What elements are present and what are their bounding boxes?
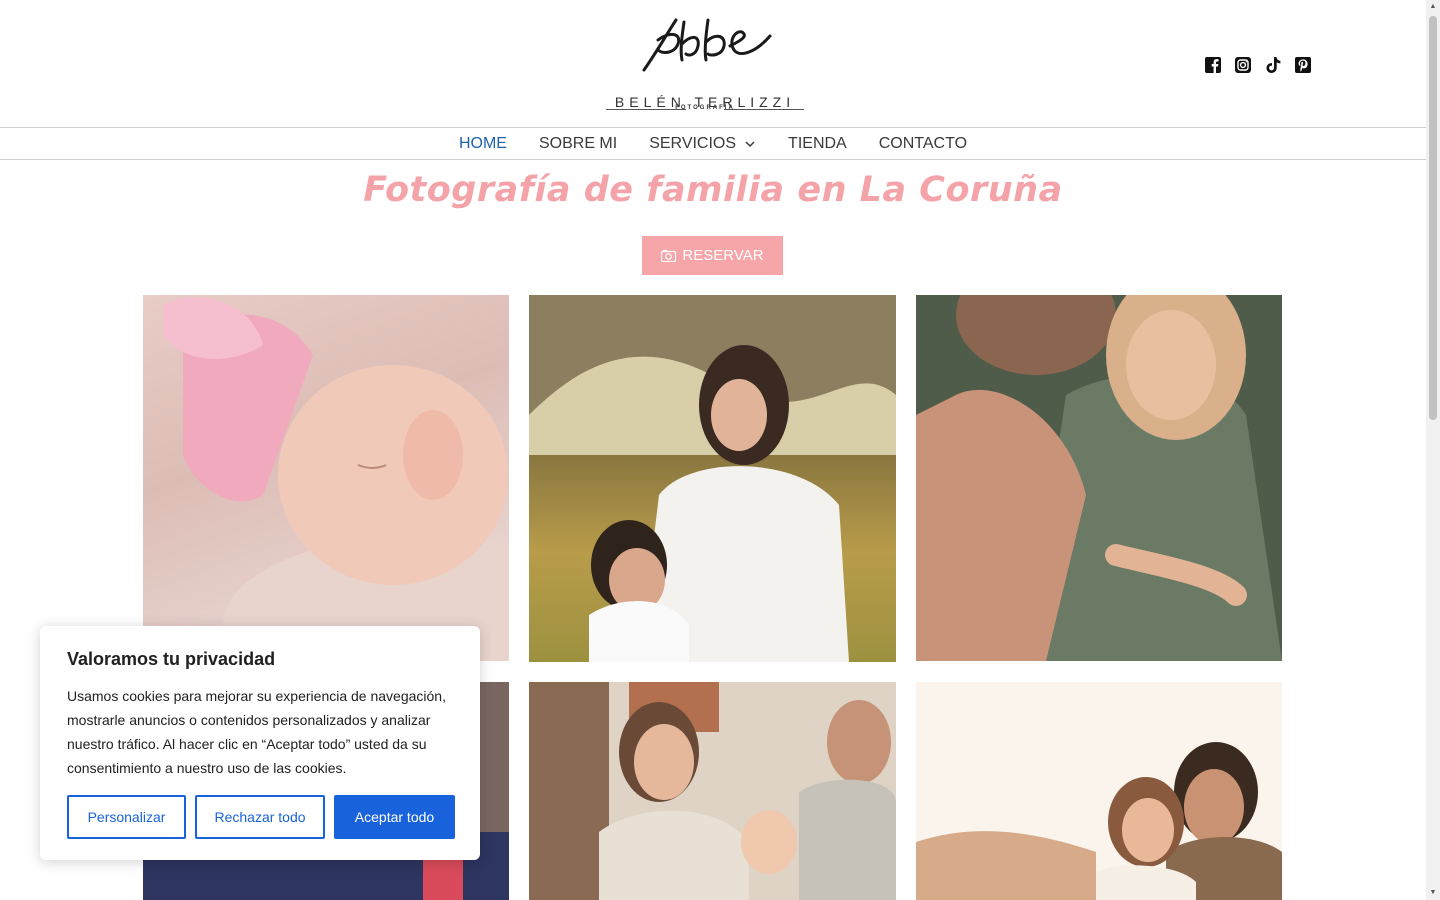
pregnant-couple-photo-image (916, 295, 1282, 661)
nav-item-home[interactable]: HOME (443, 135, 523, 153)
cookie-consent-banner: Valoramos tu privacidad Usamos cookies p… (40, 626, 480, 860)
reject-all-button[interactable]: Rechazar todo (195, 795, 325, 839)
tiktok-link[interactable] (1264, 56, 1282, 74)
instagram-icon (1235, 57, 1251, 73)
nav-item-sobre-mi[interactable]: SOBRE MI (523, 135, 633, 153)
baptism-photo-image (529, 682, 896, 900)
pinterest-icon (1295, 57, 1311, 73)
reservar-button[interactable]: RESERVAR (642, 236, 783, 275)
gallery-photo-baptism[interactable] (529, 682, 896, 900)
reservar-label: RESERVAR (682, 247, 764, 264)
site-header: BELÉN TERLIZZI FOTOGRAFÍA (0, 0, 1426, 128)
pinterest-link[interactable] (1294, 56, 1312, 74)
gallery-photo-wedding-couple[interactable] (916, 682, 1282, 900)
instagram-link[interactable] (1234, 56, 1252, 74)
scroll-down-arrow-icon[interactable]: ▼ (1429, 889, 1437, 897)
customize-cookies-button[interactable]: Personalizar (67, 795, 186, 839)
nav-item-label: CONTACTO (878, 134, 968, 152)
chevron-down-icon (745, 140, 755, 147)
accept-all-button[interactable]: Aceptar todo (334, 795, 455, 839)
newborn-photo-image (163, 297, 509, 661)
nav-item-label: SOBRE MI (538, 134, 618, 152)
nav-item-label: SERVICIOS (649, 134, 737, 152)
nav-item-contacto[interactable]: CONTACTO (863, 135, 983, 153)
site-logo[interactable]: BELÉN TERLIZZI FOTOGRAFÍA (598, 10, 812, 118)
facebook-icon (1205, 57, 1221, 74)
main-nav: HOME SOBRE MI SERVICIOS TIENDA CONTACTO (0, 128, 1426, 160)
gallery-photo-newborn[interactable] (143, 295, 509, 661)
page-title: Fotografía de familia en La Coruña (363, 170, 1063, 210)
wedding-couple-photo-image (916, 682, 1282, 900)
nav-item-label: TIENDA (788, 134, 847, 152)
scroll-up-arrow-icon[interactable]: ▲ (1429, 3, 1437, 11)
camera-icon (661, 249, 677, 262)
cookie-text: Usamos cookies para mejorar su experienc… (67, 688, 446, 776)
cookie-title: Valoramos tu privacidad (67, 649, 276, 669)
nav-item-label: HOME (458, 134, 507, 152)
maternity-son-photo-image (529, 295, 896, 662)
scrollbar-thumb[interactable] (1429, 16, 1437, 420)
social-links (1204, 56, 1312, 74)
page-scrollbar[interactable]: ▲ ▼ (1426, 0, 1440, 900)
brand-tagline: FOTOGRAFÍA (675, 105, 735, 111)
logo-script-icon (642, 18, 772, 72)
facebook-link[interactable] (1204, 56, 1222, 74)
gallery-photo-pregnant-couple[interactable] (916, 295, 1282, 661)
tiktok-icon (1266, 57, 1281, 73)
gallery-photo-maternity-son[interactable] (529, 295, 896, 662)
cookie-actions: Personalizar Rechazar todo Aceptar todo (67, 795, 455, 839)
nav-item-servicios[interactable]: SERVICIOS (633, 135, 772, 153)
nav-item-tienda[interactable]: TIENDA (772, 135, 863, 153)
